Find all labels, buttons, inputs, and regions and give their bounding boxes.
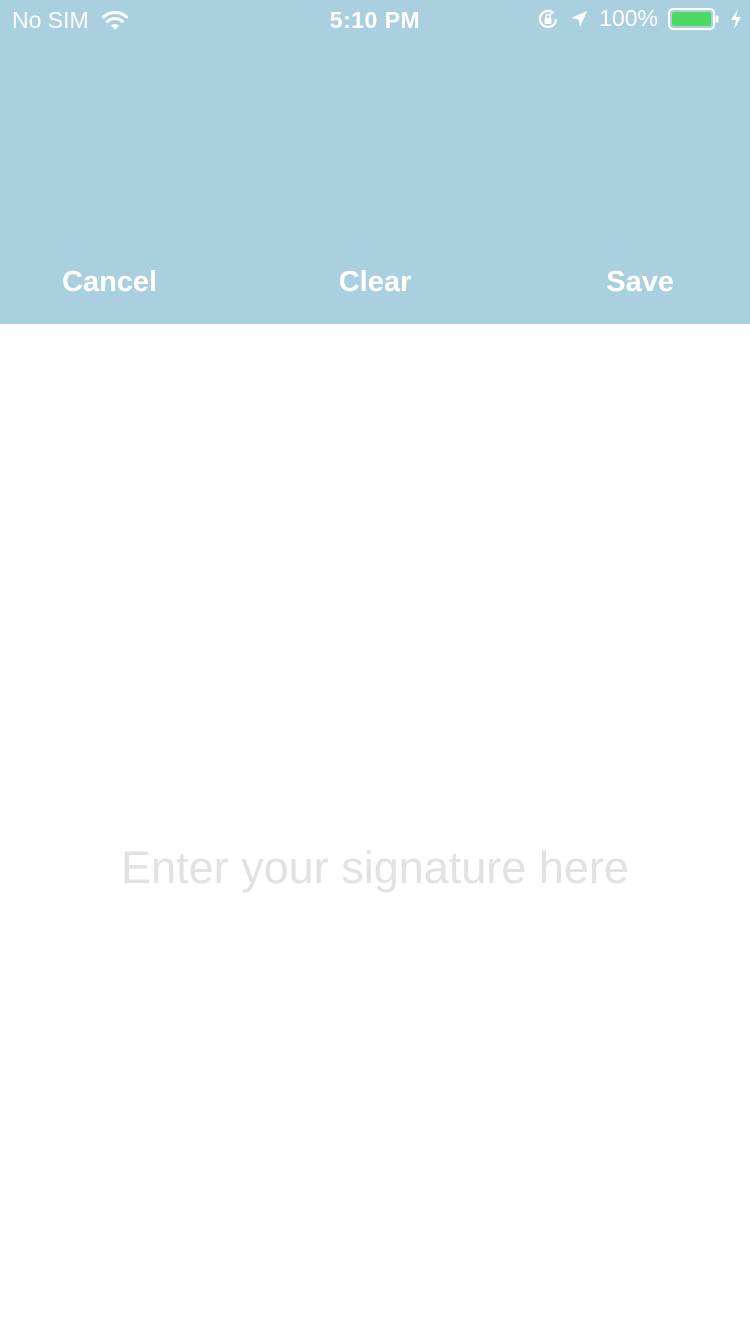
location-arrow-icon <box>569 9 589 29</box>
battery-percent: 100% <box>599 5 658 31</box>
status-right: 100% <box>537 5 742 32</box>
charging-bolt-icon <box>730 8 742 29</box>
toolbar: Cancel Clear Save <box>0 248 750 324</box>
orientation-lock-icon <box>537 8 559 30</box>
signature-screen: No SIM 5:10 PM 100% Cancel Clear Save En… <box>0 0 750 1334</box>
signature-placeholder: Enter your signature here <box>121 842 629 893</box>
signature-pad[interactable]: Enter your signature here <box>0 324 750 1334</box>
battery-icon <box>668 7 720 31</box>
save-button[interactable]: Save <box>606 266 674 299</box>
header: No SIM 5:10 PM 100% Cancel Clear Save <box>0 0 750 324</box>
status-bar: No SIM 5:10 PM 100% <box>0 0 750 40</box>
